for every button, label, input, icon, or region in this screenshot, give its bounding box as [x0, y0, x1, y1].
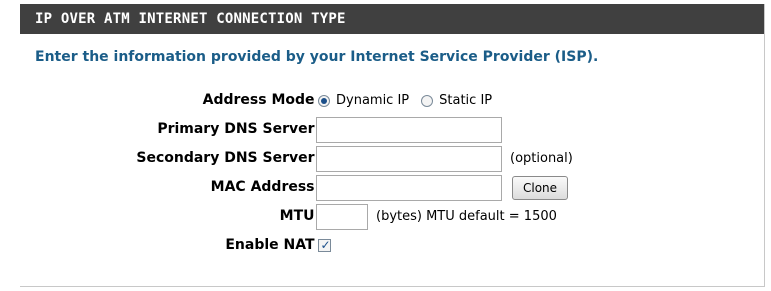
address-mode-options: Dynamic IP Static IP	[316, 86, 502, 115]
connection-form: Address Mode : Dynamic IP Static IP Prim…	[20, 86, 765, 260]
primary-dns-input[interactable]	[316, 116, 502, 143]
mtu-row: MTU : (bytes) MTU default = 1500	[20, 202, 765, 231]
mac-address-label: MAC Address :	[210, 179, 325, 195]
mac-address-input[interactable]	[316, 174, 502, 201]
enable-nat-checkbox[interactable]: ✓	[318, 238, 331, 252]
mtu-default-note: (bytes) MTU default = 1500	[376, 209, 557, 224]
clone-button[interactable]: Clone	[512, 175, 569, 200]
dynamic-ip-label[interactable]: Dynamic IP	[336, 93, 409, 108]
primary-dns-row: Primary DNS Server :	[20, 115, 765, 144]
mac-address-row: MAC Address : Clone	[20, 173, 765, 202]
secondary-dns-row: Secondary DNS Server : (optional)	[20, 144, 765, 173]
mtu-input[interactable]	[316, 203, 368, 230]
primary-dns-label: Primary DNS Server :	[157, 121, 325, 137]
enable-nat-label: Enable NAT :	[225, 237, 325, 253]
checkmark-icon: ✓	[320, 238, 331, 252]
address-mode-label: Address Mode :	[202, 92, 325, 108]
static-ip-radio[interactable]	[421, 94, 434, 107]
connection-type-panel: IP OVER ATM INTERNET CONNECTION TYPE Ent…	[20, 4, 765, 287]
section-header: IP OVER ATM INTERNET CONNECTION TYPE	[20, 4, 764, 34]
secondary-dns-input[interactable]	[316, 145, 502, 172]
dynamic-ip-radio[interactable]	[318, 94, 330, 107]
secondary-dns-label: Secondary DNS Server :	[136, 150, 325, 166]
address-mode-row: Address Mode : Dynamic IP Static IP	[20, 86, 765, 115]
static-ip-label[interactable]: Static IP	[439, 93, 492, 108]
enable-nat-row: Enable NAT : ✓	[20, 231, 765, 260]
intro-text: Enter the information provided by your I…	[35, 49, 599, 65]
optional-note: (optional)	[510, 151, 573, 166]
